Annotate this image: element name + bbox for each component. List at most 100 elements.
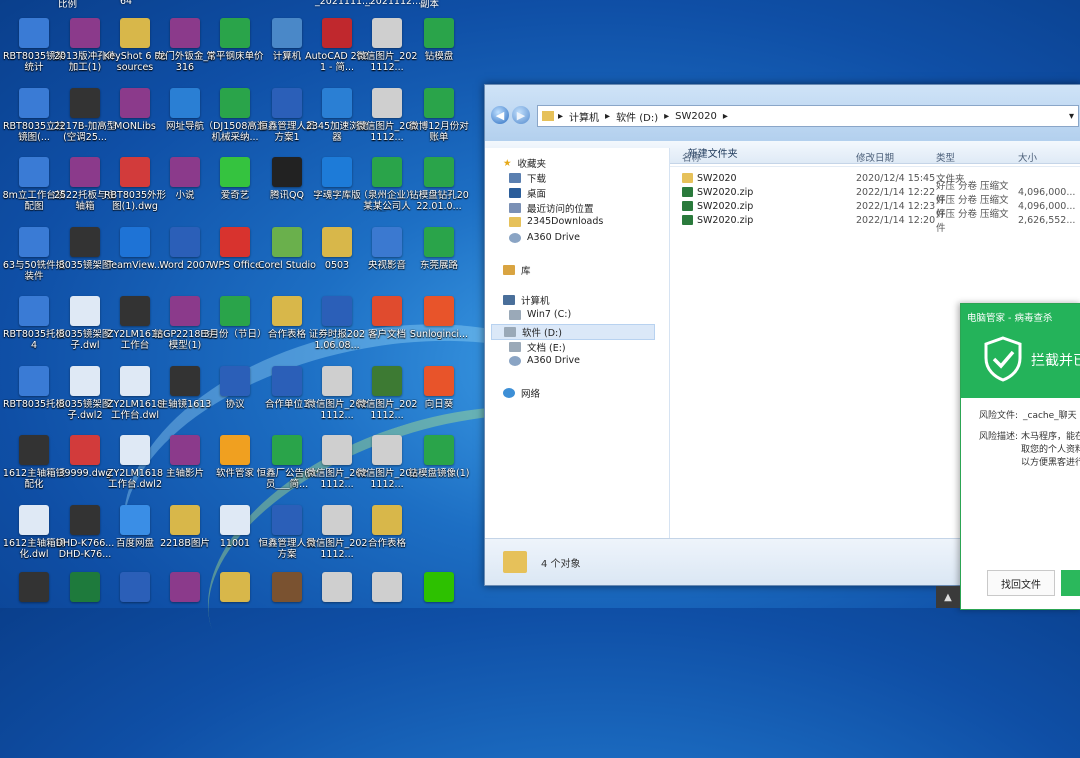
nav-item-2345downloads[interactable]: 2345Downloads [509,216,603,227]
wps-doc-icon [220,366,250,396]
folder-icon [322,227,352,257]
wps-sheet-icon [220,18,250,48]
blocked-message: 拦截并已 [1031,353,1080,369]
column-header-name[interactable]: 名称 [670,150,856,164]
nav-computer-header[interactable]: 计算机 [503,293,550,307]
address-bar[interactable]: ▸ 计算机 ▸ 软件 (D:) ▸ SW2020 ▸ ▾ [537,105,1079,127]
taskbar-corner[interactable]: ▲ [936,586,960,608]
column-header-size[interactable]: 大小 [1018,150,1078,164]
computer-icon [503,295,515,305]
downloads-folder-icon [509,173,521,183]
breadcrumb-item[interactable]: SW2020 [675,111,717,122]
desktop-icon-label: 东莞展路 [419,260,458,271]
ie-icon [322,88,352,118]
risk-desc-line: 取您的个人资料 [1021,445,1080,455]
back-button[interactable]: ◀ [491,106,509,124]
wps-doc-icon [272,505,302,535]
wps-sheet-icon [424,157,454,187]
popup-header: 电脑管家 - 病毒查杀 拦截并已 [961,304,1080,398]
nav-item-downloads[interactable]: 下载 [509,171,546,185]
desktop-icon-label: Sunloginci... [409,329,469,340]
nav-a360-drive[interactable]: A360 Drive [509,355,580,366]
confirm-button[interactable] [1061,570,1080,596]
nav-item-desktop[interactable]: 桌面 [509,186,546,200]
winrar-icon [170,18,200,48]
app-icon [272,227,302,257]
folder-icon [372,505,402,535]
folder-icon [542,111,554,121]
desktop-icon [509,188,521,198]
dwg-thumb-icon [70,227,100,257]
plant-icon [372,366,402,396]
wps-icon [220,227,250,257]
desktop-icon[interactable]: Sunloginci... [407,296,471,362]
nav-favorites-header[interactable]: ★ 收藏夹 [503,156,546,170]
file-icon [120,366,150,396]
dwg-thumb-icon [70,505,100,535]
forward-button[interactable]: ▶ [512,106,530,124]
wps-sheet-icon [424,435,454,465]
security-popup[interactable]: 电脑管家 - 病毒查杀 拦截并已 风险文件: _cache_聊天 风险描述: 木… [960,303,1080,610]
nav-item-a360-drive[interactable]: A360 Drive [509,232,580,243]
word-icon [170,227,200,257]
drive-icon [509,342,521,352]
file-icon [220,505,250,535]
breadcrumb-item[interactable]: 计算机 [569,109,599,124]
autocad-icon [322,18,352,48]
qq-icon [272,157,302,187]
breadcrumb-item[interactable]: 软件 (D:) [616,109,658,124]
app-icon [322,157,352,187]
app-icon [220,435,250,465]
wps-sheet-icon [220,296,250,326]
file-row[interactable]: SW2020 2020/12/4 15:45 文件夹 [670,171,1080,185]
desktop-icon-label: 钻模盘镜像(1) [408,468,470,479]
shield-check-icon [984,336,1022,382]
cloud-drive-icon [509,232,521,243]
desktop-icon[interactable] [407,572,471,638]
dwg-icon [19,157,49,187]
desktop-icon[interactable]: 合作表格 [355,505,419,571]
drive-icon [504,327,516,337]
desktop-icon[interactable]: 钻模盘钻孔2022.01.0... [407,157,471,223]
nav-item-recent-places[interactable]: 最近访问的位置 [509,201,594,215]
image-icon [322,435,352,465]
file-icon [120,435,150,465]
pdf-icon [70,435,100,465]
column-header-date[interactable]: 修改日期 [856,150,936,164]
nav-drive-c[interactable]: Win7 (C:) [509,309,571,320]
file-row[interactable]: SW2020.zip 2022/1/14 12:20 好压 分卷 压缩文件 2,… [670,209,1080,234]
desktop-icon[interactable]: 东莞展路 [407,227,471,293]
popup-title: 电脑管家 - 病毒查杀 [967,313,1053,324]
folder-icon [509,216,521,227]
nav-libraries[interactable]: 库 [503,263,531,277]
archive-icon [682,201,693,211]
restore-file-button[interactable]: 找回文件 [987,570,1055,596]
iqiyi-icon [220,157,250,187]
desktop-icon-label: 比例 [58,0,78,10]
desktop-icon-label: 钻模盘 [424,51,454,62]
chevron-down-icon[interactable]: ▾ [1069,111,1074,122]
nav-network[interactable]: 网络 [503,386,540,400]
navigation-pane: ★ 收藏夹 下载 桌面 最近访问的位置 2345Downloads A360 D… [485,148,670,538]
column-header-type[interactable]: 类型 [936,150,1018,164]
desktop-icon[interactable]: 微博12月份对账单 [407,88,471,154]
image-icon [372,18,402,48]
wps-sheet-icon [372,157,402,187]
desktop-icon[interactable]: 钻模盘 [407,18,471,84]
desktop-icon[interactable]: 钻模盘镜像(1) [407,435,471,501]
explorer-titlebar[interactable]: ◀ ▶ ▸ 计算机 ▸ 软件 (D:) ▸ SW2020 ▸ ▾ [485,85,1080,141]
app-icon [424,296,454,326]
risk-desc-line: 以方便黑客进行 [1021,458,1080,468]
file-icon [70,366,100,396]
nav-drive-d[interactable]: 软件 (D:) [491,324,655,340]
file-icon [70,296,100,326]
file-row[interactable]: SW2020.zip 2022/1/14 12:22 好压 分卷 压缩文件 4,… [670,181,1080,206]
breadcrumb-separator: ▸ [605,110,611,122]
app-icon [372,296,402,326]
file-row[interactable]: SW2020.zip 2022/1/14 12:23 好压 分卷 压缩文件 4,… [670,195,1080,220]
wps-sheet-icon [424,88,454,118]
desktop-icon-label: 钻模盘钻孔2022.01.0... [409,190,469,212]
desktop-icon[interactable]: 向日葵 [407,366,471,432]
nav-drive-e[interactable]: 文档 (E:) [509,340,566,354]
wps-doc-icon [272,88,302,118]
